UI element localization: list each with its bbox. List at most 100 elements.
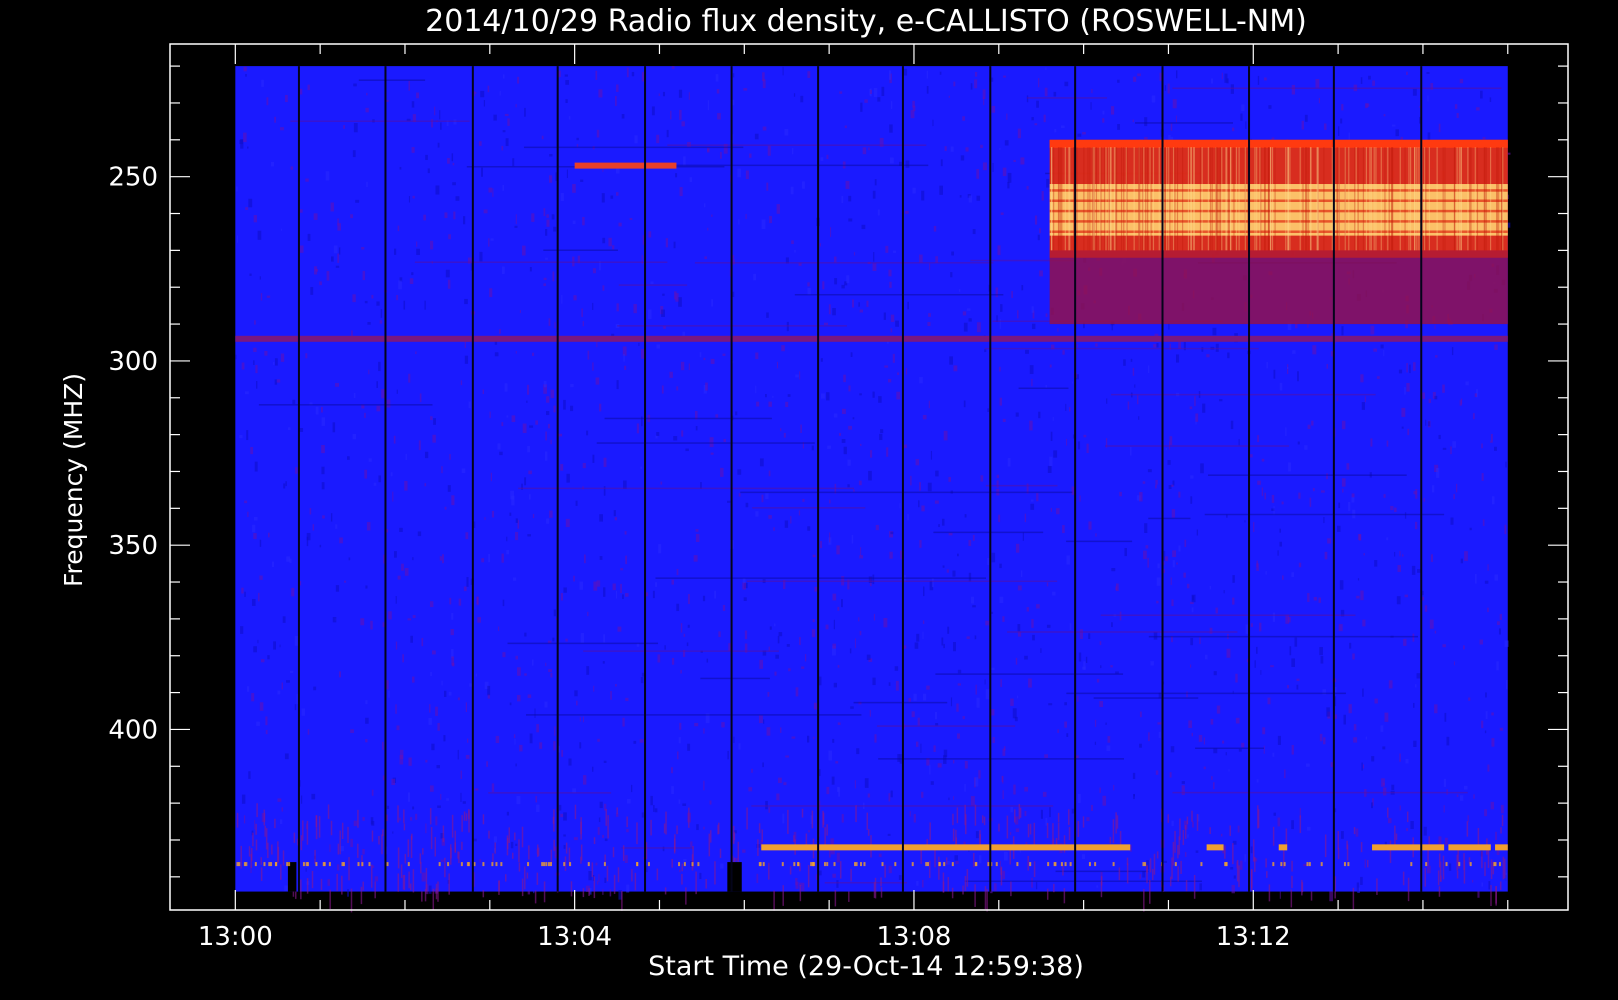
noise-speck (1331, 351, 1333, 357)
burst-texture (1436, 147, 1438, 251)
noise-speck (1004, 851, 1008, 861)
noise-speck (860, 443, 862, 446)
burst-texture (1211, 147, 1213, 251)
noise-speck (634, 872, 637, 891)
noise-speck (652, 590, 655, 599)
noise-speck (264, 825, 266, 837)
noise-speck (966, 636, 970, 639)
noise-speck (872, 677, 876, 686)
noise-speck (976, 322, 981, 333)
noise-speck (930, 450, 933, 460)
noise-speck (1052, 823, 1054, 846)
gap-line (1248, 66, 1251, 892)
noise-speck (1035, 882, 1038, 890)
noise-speck (1106, 398, 1108, 404)
noise-speck (424, 889, 427, 902)
noise-speck (270, 161, 275, 167)
noise-speck (1007, 181, 1010, 189)
noise-speck (491, 510, 495, 518)
noise-speck (929, 764, 931, 775)
noise-speck (1456, 794, 1459, 797)
noise-speck (662, 91, 666, 97)
noise-speck (1181, 781, 1185, 784)
noise-speck (512, 158, 515, 167)
noise-speck (1113, 784, 1115, 791)
noise-speck (1065, 403, 1067, 411)
noise-speck (1002, 616, 1005, 622)
noise-speck (312, 524, 315, 531)
noise-speck (883, 617, 888, 628)
noise-speck (421, 872, 426, 882)
noise-speck (743, 597, 747, 602)
noise-speck (259, 575, 263, 580)
noise-speck (1149, 858, 1152, 873)
noise-speck (1153, 853, 1156, 875)
noise-speck (957, 669, 962, 674)
noise-speck (1286, 364, 1289, 375)
noise-speck (1191, 810, 1193, 822)
noise-speck (602, 661, 605, 664)
noise-speck (546, 214, 549, 218)
noise-speck (1500, 804, 1504, 814)
noise-speck (503, 74, 505, 79)
noise-speck (398, 280, 402, 290)
noise-speck (978, 770, 981, 779)
noise-speck (935, 470, 939, 477)
noise-speck (756, 401, 760, 407)
noise-speck (939, 185, 943, 195)
noise-speck (245, 207, 249, 211)
noise-speck (604, 854, 606, 863)
noise-speck (300, 795, 303, 804)
noise-speck (564, 74, 568, 77)
interference-speck (1410, 862, 1413, 867)
noise-speck (1178, 545, 1181, 552)
noise-speck (766, 727, 771, 736)
noise-speck (1380, 344, 1384, 349)
noise-speck (593, 685, 595, 692)
noise-speck (807, 282, 810, 287)
noise-speck (1020, 570, 1023, 578)
noise-speck (430, 826, 433, 850)
noise-speck (972, 534, 975, 541)
noise-speck (749, 153, 752, 158)
noise-speck (371, 830, 374, 842)
noise-speck (1116, 815, 1119, 829)
noise-speck (671, 66, 675, 69)
noise-speck (329, 889, 331, 910)
noise-speck (533, 890, 535, 894)
noise-speck (368, 458, 372, 462)
noise-streak (518, 487, 854, 490)
noise-speck (315, 815, 318, 828)
noise-speck (508, 827, 511, 843)
noise-speck (999, 397, 1002, 406)
noise-speck (754, 133, 759, 140)
noise-speck (1453, 494, 1455, 500)
noise-speck (905, 160, 910, 168)
noise-speck (836, 545, 840, 555)
noise-speck (868, 576, 873, 584)
noise-speck (365, 717, 369, 724)
noise-speck (1083, 434, 1087, 438)
noise-speck (376, 405, 381, 412)
noise-speck (1245, 121, 1247, 129)
noise-speck (1187, 834, 1189, 838)
noise-speck (1186, 816, 1189, 825)
noise-speck (244, 591, 246, 597)
noise-speck (826, 392, 830, 401)
noise-speck (904, 210, 909, 214)
noise-speck (1364, 396, 1366, 403)
noise-speck (430, 671, 432, 677)
noise-speck (524, 866, 526, 890)
noise-speck (336, 873, 338, 891)
noise-speck (1026, 607, 1029, 612)
noise-speck (434, 837, 437, 857)
noise-speck (460, 792, 462, 802)
noise-speck (1505, 872, 1507, 881)
burst-texture (1053, 147, 1055, 251)
noise-speck (762, 126, 767, 131)
noise-speck (703, 826, 705, 830)
noise-speck (565, 638, 568, 642)
noise-speck (885, 245, 889, 253)
noise-speck (1456, 113, 1459, 118)
noise-speck (1491, 496, 1495, 505)
